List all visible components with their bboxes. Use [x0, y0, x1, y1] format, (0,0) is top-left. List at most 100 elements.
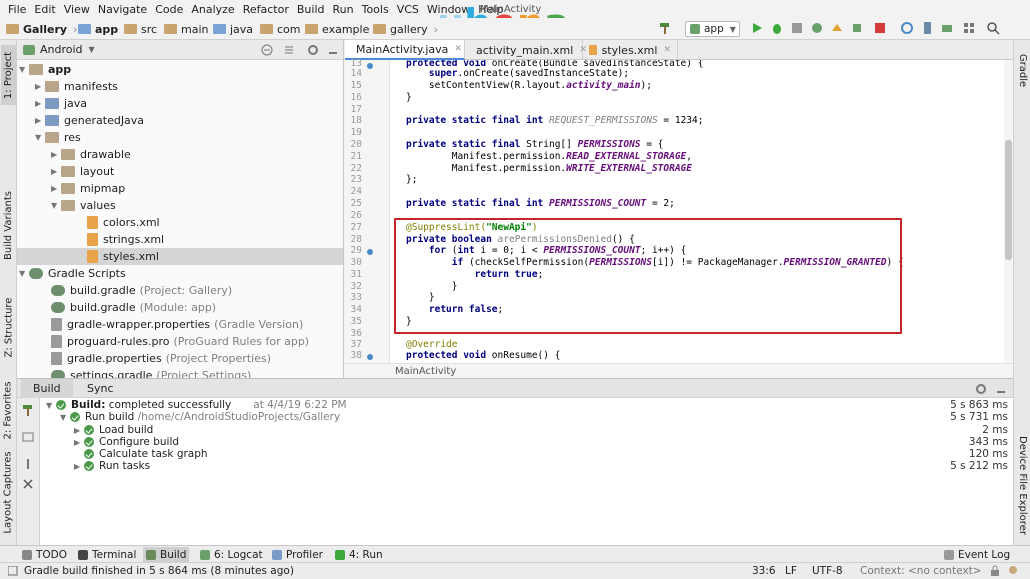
breadcrumb-gallery[interactable]: Gallery › [6, 21, 77, 37]
scrollbar-thumb[interactable] [1005, 140, 1012, 260]
debug-icon[interactable] [770, 21, 784, 35]
tab-styles-xml[interactable]: styles.xml ✕ [583, 40, 678, 60]
tab-activity-main-xml[interactable]: activity_main.xml ✕ [465, 40, 587, 60]
line-separator[interactable]: LF [785, 565, 797, 577]
override-marker-icon[interactable] [367, 249, 373, 255]
chevron-down-icon[interactable]: ▼ [35, 133, 45, 142]
tree-item[interactable]: ▶ drawable [17, 146, 343, 163]
build-row[interactable]: Calculate task graph [84, 448, 208, 460]
breadcrumb-example[interactable]: example› [305, 21, 380, 37]
hide-icon[interactable] [327, 44, 339, 56]
tree-item[interactable]: ▶ layout [17, 163, 343, 180]
tool-window-structure[interactable]: Z: Structure [1, 285, 16, 370]
hammer-icon[interactable] [658, 21, 672, 35]
tree-item[interactable]: proguard-rules.pro (ProGuard Rules for ap… [17, 333, 343, 350]
tree-item[interactable]: ▶ mipmap [17, 180, 343, 197]
file-encoding[interactable]: UTF-8 [812, 565, 843, 577]
menu-tools[interactable]: Tools [358, 3, 393, 16]
override-marker-icon[interactable] [367, 354, 373, 360]
build-row[interactable]: ▶ Configure build [74, 436, 179, 448]
tool-profiler[interactable]: Profiler [272, 547, 323, 562]
chevron-down-icon[interactable]: ▼ [19, 65, 29, 74]
hide-icon[interactable] [995, 383, 1007, 395]
close-icon[interactable]: ✕ [663, 45, 671, 55]
caret-position[interactable]: 33:6 [752, 565, 776, 577]
menu-edit[interactable]: Edit [30, 3, 59, 16]
tree-item[interactable]: ▼ res [17, 129, 343, 146]
tree-item[interactable]: gradle-wrapper.properties (Gradle Version… [17, 316, 343, 333]
stop-icon[interactable] [873, 21, 887, 35]
chevron-right-icon[interactable]: ▶ [51, 150, 61, 159]
chevron-right-icon[interactable]: ▶ [35, 99, 45, 108]
menu-analyze[interactable]: Analyze [187, 3, 238, 16]
tool-run[interactable]: 4: Run [335, 547, 383, 562]
breadcrumb-app[interactable]: app› [78, 21, 129, 37]
tool-logcat[interactable]: 6: Logcat [200, 547, 263, 562]
breadcrumb-java[interactable]: java› [213, 21, 263, 37]
tree-item[interactable]: build.gradle (Module: app) [17, 299, 343, 316]
build-row[interactable]: ▶ Load build [74, 424, 153, 436]
chevron-right-icon[interactable]: ▶ [35, 116, 45, 125]
tool-window-favorites[interactable]: 2: Favorites [1, 373, 16, 448]
tree-item[interactable]: ▶ java [17, 95, 343, 112]
breadcrumb-com[interactable]: com› [260, 21, 311, 37]
menu-refactor[interactable]: Refactor [239, 3, 293, 16]
run-icon[interactable] [750, 21, 764, 35]
tool-window-device-file-explorer[interactable]: Device File Explorer [1015, 430, 1030, 540]
build-row[interactable]: ▶ Run tasks [74, 460, 150, 472]
chevron-down-icon[interactable]: ▼ [89, 45, 95, 54]
chevron-down-icon[interactable]: ▼ [19, 269, 29, 278]
tool-window-project[interactable]: 1: Project [1, 45, 16, 105]
lock-icon[interactable] [990, 565, 1000, 576]
chevron-down-icon[interactable]: ▼ [51, 201, 61, 210]
chevron-right-icon[interactable]: ▶ [35, 82, 45, 91]
status-message[interactable]: Gradle build finished in 5 s 864 ms (8 m… [24, 565, 294, 577]
chevron-right-icon[interactable]: ▶ [51, 184, 61, 193]
menu-file[interactable]: File [4, 3, 30, 16]
tool-window-layout-captures[interactable]: Layout Captures [1, 445, 16, 540]
tree-item[interactable]: ▶ manifests [17, 78, 343, 95]
attach-debugger-icon[interactable] [850, 21, 864, 35]
project-structure-icon[interactable] [962, 21, 976, 35]
tree-item[interactable]: ▶ generatedJava [17, 112, 343, 129]
menu-run[interactable]: Run [329, 3, 358, 16]
tool-build[interactable]: Build [143, 547, 190, 562]
build-row[interactable]: ▼ Run build /home/c/AndroidStudioProject… [60, 411, 340, 423]
project-view-selector[interactable]: Android [40, 43, 83, 56]
avd-manager-icon[interactable] [920, 21, 934, 35]
close-icon[interactable]: ✕ [454, 44, 462, 54]
hammer-icon[interactable] [22, 404, 34, 416]
tree-item[interactable]: colors.xml [17, 214, 343, 231]
tree-item[interactable]: styles.xml [17, 248, 343, 265]
chevron-right-icon[interactable]: ▶ [51, 167, 61, 176]
scroll-from-source-icon[interactable] [283, 44, 295, 56]
tab-main-activity[interactable]: MainActivity.java ✕ [345, 40, 465, 60]
menu-code[interactable]: Code [151, 3, 187, 16]
search-everywhere-icon[interactable] [986, 21, 1000, 35]
tree-item[interactable]: build.gradle (Project: Gallery) [17, 282, 343, 299]
tree-item[interactable]: gradle.properties (Project Properties) [17, 350, 343, 367]
profile-icon[interactable] [790, 21, 804, 35]
tool-window-gradle[interactable]: Gradle [1015, 45, 1030, 95]
coverage-icon[interactable] [810, 21, 824, 35]
tab-sync[interactable]: Sync [75, 379, 126, 398]
tree-item[interactable]: ▼ app [17, 61, 343, 78]
context-indicator[interactable]: Context: <no context> [860, 565, 982, 577]
gear-icon[interactable] [975, 383, 987, 395]
menu-navigate[interactable]: Navigate [94, 3, 151, 16]
breadcrumb-src[interactable]: src› [124, 21, 167, 37]
menu-build[interactable]: Build [293, 3, 329, 16]
menu-view[interactable]: View [60, 3, 94, 16]
collapse-icon[interactable] [261, 44, 273, 56]
override-marker-icon[interactable] [367, 63, 373, 69]
tab-build[interactable]: Build [21, 379, 73, 398]
status-square-icon[interactable] [8, 565, 18, 576]
breadcrumb-main[interactable]: main› [164, 21, 219, 37]
inspector-icon[interactable] [1008, 565, 1019, 576]
tool-event-log[interactable]: Event Log [944, 547, 1010, 562]
tool-window-build-variants[interactable]: Build Variants [1, 180, 16, 270]
run-configuration-select[interactable]: app ▼ [685, 21, 740, 37]
breadcrumb-gallery-pkg[interactable]: gallery › [373, 21, 438, 37]
apply-changes-icon[interactable] [830, 21, 844, 35]
toggle-view-icon[interactable] [22, 431, 34, 443]
